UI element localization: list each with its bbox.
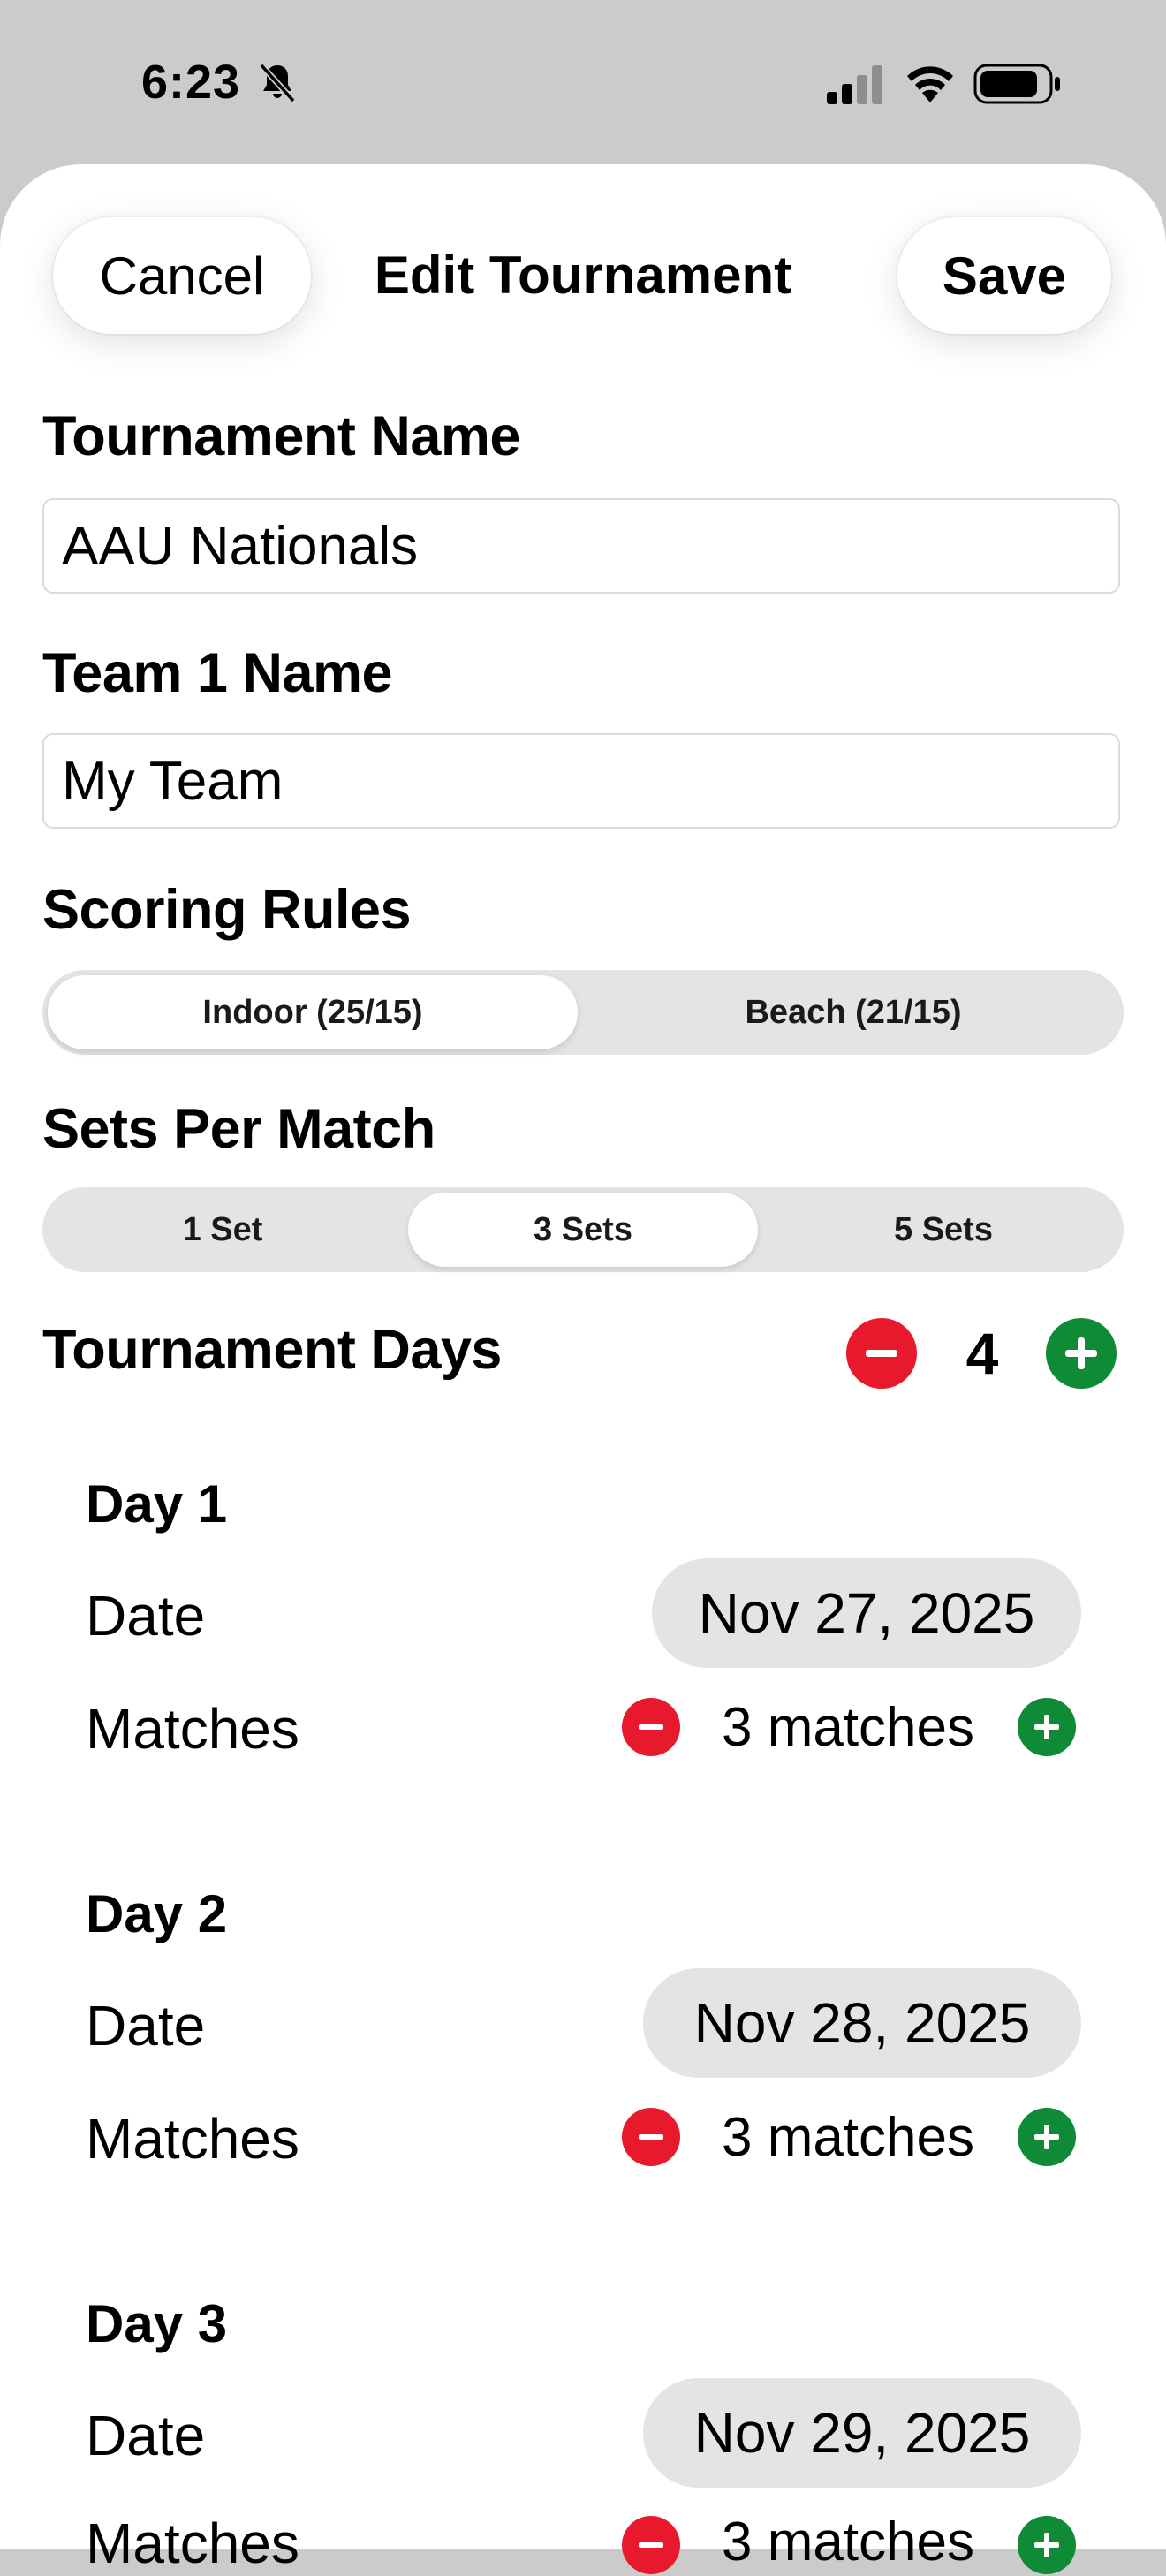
cancel-button[interactable]: Cancel: [53, 217, 311, 334]
minus-icon: [639, 1724, 663, 1730]
day-1-match-count: 3 matches: [721, 1697, 975, 1758]
segment-1-set[interactable]: 1 Set: [48, 1193, 398, 1267]
cellular-signal-icon: [827, 65, 885, 104]
segment-beach[interactable]: Beach (21/15): [588, 975, 1118, 1049]
save-button[interactable]: Save: [897, 217, 1111, 334]
day-2-date-label: Date: [86, 1994, 206, 2057]
day-2-increase-matches-button[interactable]: [1018, 2108, 1076, 2166]
segment-5-sets[interactable]: 5 Sets: [768, 1193, 1118, 1267]
day-1-matches-label: Matches: [86, 1697, 299, 1761]
day-1-increase-matches-button[interactable]: [1018, 1698, 1076, 1756]
plus-icon: [1065, 1337, 1097, 1369]
tournament-days-label: Tournament Days: [42, 1319, 502, 1381]
plus-icon: [1034, 2533, 1059, 2557]
day-3-date-picker[interactable]: Nov 29, 2025: [643, 2378, 1081, 2488]
day-2-matches-label: Matches: [86, 2107, 299, 2171]
day-3-title: Day 3: [86, 2294, 228, 2353]
bell-slash-icon: [254, 60, 300, 106]
tournament-days-count: 4: [965, 1321, 999, 1386]
day-1-date-label: Date: [86, 1584, 206, 1648]
battery-icon: [973, 64, 1062, 104]
minus-icon: [639, 2542, 663, 2548]
day-3-matches-label: Matches: [86, 2512, 299, 2575]
page-title: Edit Tournament: [374, 246, 792, 305]
day-3-increase-matches-button[interactable]: [1018, 2516, 1076, 2574]
day-2-date-picker[interactable]: Nov 28, 2025: [643, 1968, 1081, 2078]
status-bar: 6:23: [0, 0, 1166, 168]
team1-name-field[interactable]: [42, 733, 1120, 829]
sets-per-match-picker: 1 Set 3 Sets 5 Sets: [42, 1187, 1124, 1272]
minus-icon: [639, 2134, 663, 2140]
day-3-match-count: 3 matches: [721, 2512, 975, 2572]
minus-icon: [866, 1350, 897, 1357]
decrease-days-button[interactable]: [846, 1318, 917, 1389]
day-1-date-picker[interactable]: Nov 27, 2025: [652, 1558, 1081, 1668]
day-2-match-count: 3 matches: [721, 2107, 975, 2168]
increase-days-button[interactable]: [1046, 1318, 1117, 1389]
day-1-decrease-matches-button[interactable]: [622, 1698, 680, 1756]
plus-icon: [1034, 2125, 1059, 2149]
wifi-icon: [903, 60, 958, 104]
tournament-name-label: Tournament Name: [42, 405, 520, 467]
scoring-rules-picker: Indoor (25/15) Beach (21/15): [42, 970, 1124, 1055]
segment-3-sets[interactable]: 3 Sets: [408, 1193, 758, 1267]
day-2-decrease-matches-button[interactable]: [622, 2108, 680, 2166]
team1-name-label: Team 1 Name: [42, 642, 393, 704]
plus-icon: [1034, 1715, 1059, 1739]
day-1-title: Day 1: [86, 1474, 228, 1534]
sets-per-match-label: Sets Per Match: [42, 1098, 435, 1160]
segment-indoor[interactable]: Indoor (25/15): [48, 975, 578, 1049]
status-time: 6:23: [141, 56, 241, 109]
day-2-title: Day 2: [86, 1884, 228, 1943]
tournament-name-field[interactable]: [42, 498, 1120, 594]
scoring-rules-label: Scoring Rules: [42, 879, 412, 941]
day-3-date-label: Date: [86, 2404, 206, 2467]
day-3-decrease-matches-button[interactable]: [622, 2516, 680, 2574]
